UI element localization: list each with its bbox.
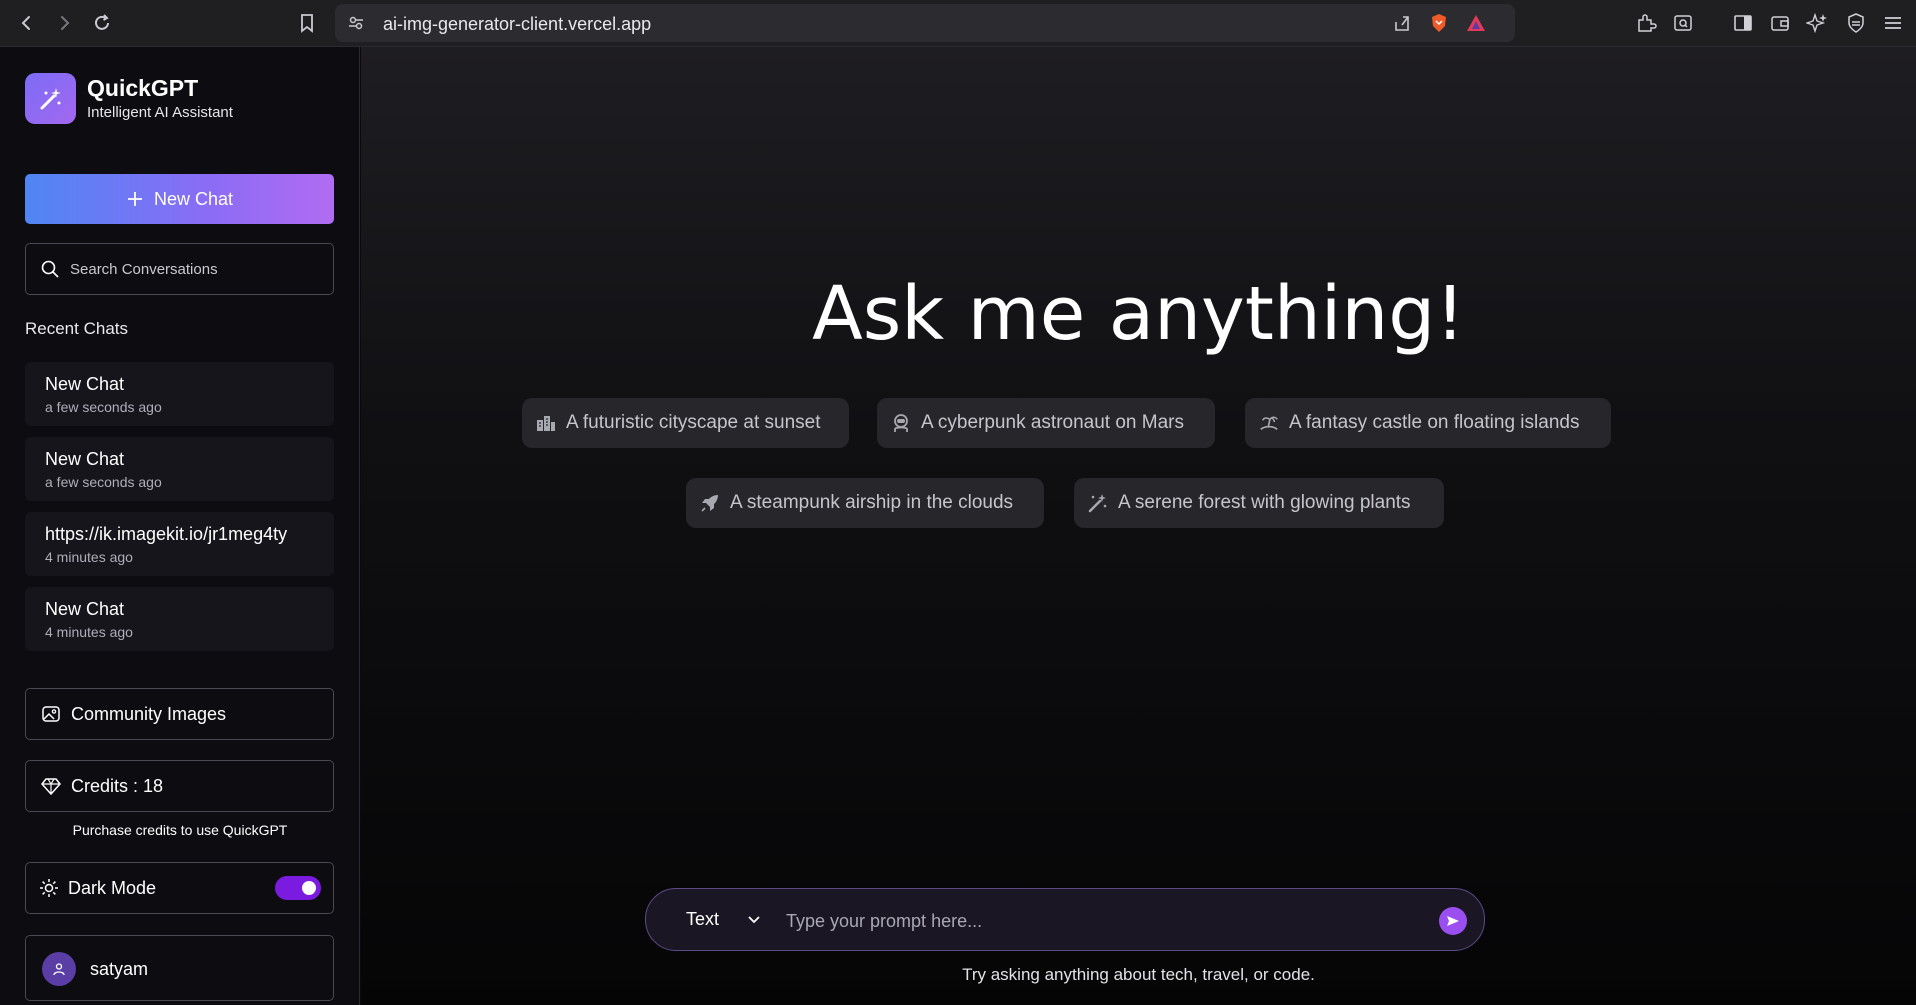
search-input[interactable] <box>70 258 320 280</box>
bookmark-icon[interactable] <box>294 10 320 36</box>
astronaut-icon <box>891 413 911 433</box>
site-settings-icon[interactable] <box>347 14 365 37</box>
magic-wand-icon <box>40 87 61 109</box>
dark-mode-toggle[interactable] <box>275 876 321 900</box>
app-logo <box>25 73 76 124</box>
new-chat-label: New Chat <box>153 188 234 209</box>
sidebar: QuickGPT Intelligent AI Assistant New Ch… <box>0 47 360 1005</box>
leo-ai-icon[interactable] <box>1804 10 1830 36</box>
chat-title: New Chat <box>45 374 125 394</box>
rocket-icon <box>700 493 720 513</box>
island-icon <box>1259 413 1279 433</box>
send-button[interactable] <box>1439 907 1467 935</box>
chat-time: a few seconds ago <box>45 474 162 490</box>
forward-icon[interactable] <box>51 10 77 36</box>
user-profile[interactable]: satyam <box>25 935 334 1001</box>
recent-chats-title: Recent Chats <box>25 319 128 338</box>
prompt-hint: Try asking anything about tech, travel, … <box>962 965 1315 984</box>
dark-mode-label: Dark Mode <box>68 878 157 898</box>
plus-icon <box>127 192 142 206</box>
chat-time: 4 minutes ago <box>45 624 133 640</box>
vpn-icon[interactable] <box>1843 10 1869 36</box>
dark-mode-row: Dark Mode <box>25 862 334 914</box>
chat-time: 4 minutes ago <box>45 549 133 565</box>
suggestion-chip[interactable]: A cyberpunk astronaut on Mars <box>877 398 1215 448</box>
search-icon <box>41 260 59 278</box>
recent-chat-item[interactable]: https://ik.imagekit.io/jr1meg4ty 4 minut… <box>25 512 334 576</box>
suggestion-chip[interactable]: A futuristic cityscape at sunset <box>522 398 849 448</box>
new-chat-button[interactable]: New Chat <box>25 174 334 224</box>
mode-select[interactable]: Text <box>686 909 761 930</box>
share-icon[interactable] <box>1392 13 1412 38</box>
send-icon <box>1447 916 1459 926</box>
recent-chat-item[interactable]: New Chat a few seconds ago <box>25 437 334 501</box>
avatar <box>42 952 76 986</box>
user-icon <box>53 963 65 976</box>
suggestion-chip[interactable]: A steampunk airship in the clouds <box>686 478 1044 528</box>
back-icon[interactable] <box>14 10 40 36</box>
suggestion-label: A steampunk airship in the clouds <box>730 492 1014 513</box>
wallet-icon[interactable] <box>1767 10 1793 36</box>
url-text: ai-img-generator-client.vercel.app <box>383 14 652 34</box>
user-name: satyam <box>90 959 149 979</box>
search-conversations[interactable] <box>25 243 334 295</box>
prompt-input[interactable] <box>786 909 1426 933</box>
images-icon <box>40 703 62 725</box>
reload-icon[interactable] <box>89 10 115 36</box>
chat-title: https://ik.imagekit.io/jr1meg4ty <box>45 524 288 544</box>
city-icon <box>536 413 556 433</box>
brave-shield-icon[interactable] <box>1428 12 1450 39</box>
recent-chat-item[interactable]: New Chat 4 minutes ago <box>25 587 334 651</box>
extensions-icon[interactable] <box>1633 10 1659 36</box>
prompt-form: Text <box>645 888 1485 951</box>
chat-title: New Chat <box>45 449 125 469</box>
brave-rewards-icon[interactable] <box>1465 13 1487 38</box>
sun-icon <box>38 877 60 899</box>
recent-chat-item[interactable]: New Chat a few seconds ago <box>25 362 334 426</box>
credits-box[interactable]: Credits : 18 <box>25 760 334 812</box>
community-images-button[interactable]: Community Images <box>25 688 334 740</box>
suggestion-label: A cyberpunk astronaut on Mars <box>921 412 1184 433</box>
page-title: Ask me anything! <box>812 271 1465 357</box>
mode-value: Text <box>686 909 720 929</box>
community-images-label: Community Images <box>71 704 227 724</box>
address-bar[interactable]: ai-img-generator-client.vercel.app <box>335 4 1515 42</box>
diamond-icon <box>40 775 62 797</box>
suggestion-label: A futuristic cityscape at sunset <box>566 412 821 433</box>
suggestion-label: A fantasy castle on floating islands <box>1289 412 1580 433</box>
brand-subtitle: Intelligent AI Assistant <box>87 104 233 121</box>
suggestion-label: A serene forest with glowing plants <box>1118 492 1411 513</box>
chat-time: a few seconds ago <box>45 399 162 415</box>
sidebar-icon[interactable] <box>1730 10 1756 36</box>
main-area: Ask me anything! A futuristic cityscape … <box>361 47 1916 1005</box>
search-tabs-icon[interactable] <box>1670 10 1696 36</box>
credits-label: Credits : 18 <box>71 776 164 796</box>
credits-note: Purchase credits to use QuickGPT <box>72 822 288 838</box>
menu-icon[interactable] <box>1880 10 1906 36</box>
browser-toolbar: ai-img-generator-client.vercel.app <box>0 0 1916 47</box>
chat-title: New Chat <box>45 599 125 619</box>
magic-wand-icon <box>1088 493 1108 513</box>
suggestion-chip[interactable]: A serene forest with glowing plants <box>1074 478 1444 528</box>
brand-title: QuickGPT <box>87 75 199 101</box>
suggestion-chip[interactable]: A fantasy castle on floating islands <box>1245 398 1611 448</box>
chevron-down-icon <box>748 915 760 923</box>
